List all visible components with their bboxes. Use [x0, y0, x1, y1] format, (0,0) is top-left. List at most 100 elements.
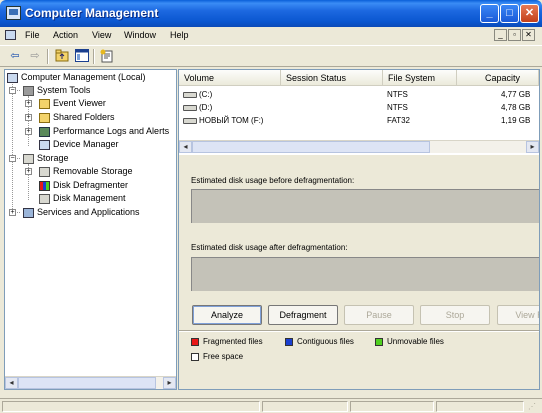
title-bar[interactable]: Computer Management _ □ ✕: [0, 0, 542, 27]
status-panel: [2, 401, 260, 412]
free-space-color-swatch: [191, 352, 199, 361]
tree-horizontal-scrollbar[interactable]: ◂ ▸: [5, 376, 176, 389]
analyze-button[interactable]: Analyze: [192, 305, 262, 325]
computer-management-window: Computer Management _ □ ✕ File Action Vi…: [0, 0, 542, 413]
menu-view[interactable]: View: [92, 30, 111, 40]
tree-node-storage[interactable]: Storage: [23, 152, 69, 165]
expander-system-tools[interactable]: −: [9, 87, 16, 94]
after-defrag-label: Estimated disk usage after defragmentati…: [191, 243, 348, 252]
event-viewer-icon: [39, 98, 50, 109]
expander-performance-logs[interactable]: +: [25, 128, 32, 135]
tree-node-disk-management[interactable]: Disk Management: [39, 192, 126, 205]
expander-event-viewer[interactable]: +: [25, 100, 32, 107]
forward-arrow-icon[interactable]: ⇨: [28, 49, 42, 63]
defragment-button[interactable]: Defragment: [268, 305, 338, 325]
column-header-capacity[interactable]: Capacity: [457, 70, 539, 86]
unmovable-color-swatch: [375, 337, 383, 346]
legend-unmovable: Unmovable files: [375, 336, 444, 347]
volume-name: (D:): [199, 103, 213, 112]
expander-removable-storage[interactable]: +: [25, 168, 32, 175]
maximize-button[interactable]: □: [500, 4, 519, 23]
services-icon: [23, 207, 34, 218]
hard-drive-icon: [183, 117, 197, 124]
folder-up-icon[interactable]: [55, 49, 69, 63]
hard-drive-icon: [183, 91, 197, 98]
storage-icon: [23, 153, 34, 164]
mmc-document-icon[interactable]: [5, 30, 16, 40]
before-defrag-usage-display: [191, 189, 539, 223]
tree-node-disk-defragmenter[interactable]: Disk Defragmenter: [39, 179, 128, 192]
column-header-session-status[interactable]: Session Status: [281, 70, 383, 86]
tree-node-performance-logs[interactable]: Performance Logs and Alerts: [39, 125, 169, 138]
column-header-volume[interactable]: Volume: [179, 70, 281, 86]
pause-button[interactable]: Pause: [344, 305, 414, 325]
menu-window[interactable]: Window: [124, 30, 156, 40]
scroll-right-button[interactable]: ▸: [526, 141, 539, 153]
minimize-button[interactable]: _: [480, 4, 499, 23]
disk-defragmenter-icon: [39, 180, 50, 191]
status-panel: [350, 401, 434, 412]
scroll-thumb[interactable]: [192, 141, 430, 153]
tree-node-shared-folders[interactable]: Shared Folders: [39, 111, 115, 124]
tree-node-event-viewer[interactable]: Event Viewer: [39, 97, 106, 110]
expander-storage[interactable]: −: [9, 155, 16, 162]
computer-management-icon: [6, 6, 21, 20]
legend-contiguous: Contiguous files: [285, 336, 354, 347]
column-header-file-system[interactable]: File System: [383, 70, 457, 86]
tree-node-device-manager[interactable]: Device Manager: [39, 138, 119, 151]
console-tree[interactable]: Computer Management (Local) − System Too…: [4, 69, 177, 390]
toolbar: ⇦ ⇨: [0, 45, 542, 67]
mdi-close-button[interactable]: ✕: [522, 29, 535, 41]
removable-storage-icon: [39, 166, 50, 177]
mdi-restore-button[interactable]: ▫: [508, 29, 521, 41]
hard-drive-icon: [183, 104, 197, 111]
volume-file-system: NTFS: [387, 90, 408, 99]
back-arrow-icon[interactable]: ⇦: [8, 49, 22, 63]
volume-name: (C:): [199, 90, 213, 99]
menu-bar: File Action View Window Help: [0, 27, 542, 44]
computer-icon: [7, 72, 18, 83]
scroll-right-button[interactable]: ▸: [163, 377, 176, 389]
properties-icon[interactable]: [100, 49, 114, 63]
window-title: Computer Management: [25, 6, 159, 20]
expander-services[interactable]: +: [9, 209, 16, 216]
tree-node-system-tools[interactable]: System Tools: [23, 84, 90, 97]
device-manager-icon: [39, 139, 50, 150]
status-panel: [262, 401, 348, 412]
volume-capacity: 4,77 GB: [501, 90, 531, 99]
tree-node-removable-storage[interactable]: Removable Storage: [39, 165, 133, 178]
defragmenter-panel: Estimated disk usage before defragmentat…: [179, 153, 539, 389]
view-report-button[interactable]: View Re: [497, 305, 539, 325]
volume-file-system: NTFS: [387, 103, 408, 112]
menu-file[interactable]: File: [25, 30, 40, 40]
tools-icon: [23, 85, 34, 96]
volumes-horizontal-scrollbar[interactable]: ◂ ▸: [179, 140, 539, 153]
menu-help[interactable]: Help: [170, 30, 189, 40]
tree-node-computer-management[interactable]: Computer Management (Local): [7, 71, 146, 84]
show-hide-tree-icon[interactable]: [75, 49, 89, 63]
resize-grip-icon[interactable]: ⋰: [528, 401, 539, 412]
details-pane: Volume Session Status File System Capaci…: [178, 69, 540, 390]
contiguous-color-swatch: [285, 337, 293, 346]
volume-file-system: FAT32: [387, 116, 410, 125]
defrag-buttons: Analyze Defragment Pause Stop View Re: [179, 305, 539, 327]
scroll-thumb[interactable]: [18, 377, 156, 389]
status-bar: ⋰: [0, 398, 542, 413]
volume-capacity: 1,19 GB: [501, 116, 531, 125]
close-button[interactable]: ✕: [520, 4, 539, 23]
stop-button[interactable]: Stop: [420, 305, 490, 325]
mdi-minimize-button[interactable]: _: [494, 29, 507, 41]
scroll-left-button[interactable]: ◂: [5, 377, 18, 389]
expander-shared-folders[interactable]: +: [25, 114, 32, 121]
menu-action[interactable]: Action: [53, 30, 78, 40]
performance-icon: [39, 126, 50, 137]
disk-management-icon: [39, 193, 50, 204]
legend-free-space: Free space: [191, 351, 243, 362]
divider: [179, 330, 539, 332]
tree-node-services-applications[interactable]: Services and Applications: [23, 206, 140, 219]
scroll-left-button[interactable]: ◂: [179, 141, 192, 153]
before-defrag-label: Estimated disk usage before defragmentat…: [191, 176, 355, 185]
volume-capacity: 4,78 GB: [501, 103, 531, 112]
volume-name: НОВЫЙ ТОМ (F:): [199, 116, 264, 125]
status-panel: [436, 401, 524, 412]
